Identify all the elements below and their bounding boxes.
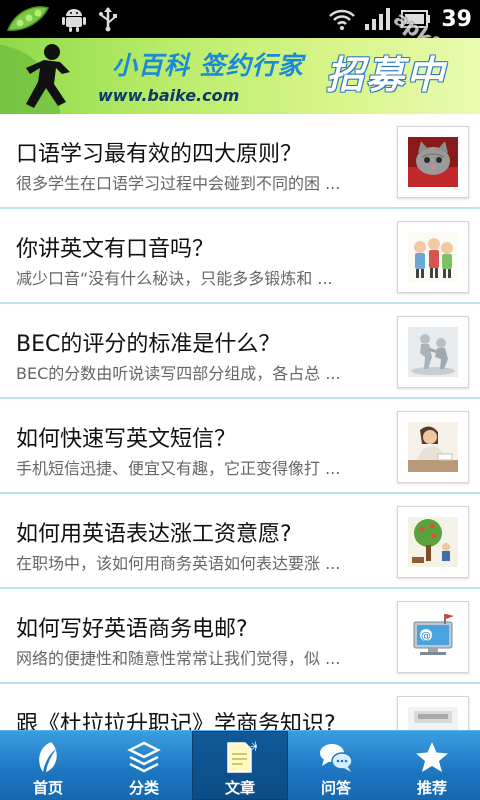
article-thumbnail <box>397 126 469 198</box>
article-summary: 减少口音“没有什么秘诀，只能多多锻炼和 ... <box>16 269 333 288</box>
layers-icon <box>125 740 163 774</box>
figures-thumb <box>408 327 458 377</box>
article-thumbnail <box>397 696 469 730</box>
article-title: 如何写好英语商务电邮? <box>16 617 248 642</box>
pea-pod-icon <box>6 4 50 34</box>
article-thumbnail <box>397 221 469 293</box>
article-summary: 网络的便捷性和随意性常常让我们觉得，似 ... <box>16 649 341 668</box>
leaf-icon <box>29 740 67 774</box>
article-summary: 在职场中，该如何用商务英语如何表达要涨 ... <box>16 554 341 573</box>
star-icon <box>413 740 451 774</box>
article-title: 你讲英文有口音吗？ <box>16 237 215 262</box>
article-title: 如何快速写英文短信？ <box>16 427 237 452</box>
status-bar-left <box>6 4 118 34</box>
status-bar-right: 39 <box>329 4 472 34</box>
email-computer-thumb: @ <box>408 612 458 662</box>
cartoon-people-thumb <box>408 232 458 282</box>
article-thumbnail <box>397 411 469 483</box>
banner-url: www.baike.com <box>98 86 240 105</box>
clock: 39 <box>441 6 472 32</box>
banner-recruit-text: 招募中 <box>326 53 447 97</box>
bottom-tab-bar: 首页 分类 ✳ 文章 问答 推荐 <box>0 730 480 800</box>
tab-label: 文章 <box>224 779 255 797</box>
tab-articles[interactable]: ✳ 文章 <box>192 731 288 800</box>
article-title: 如何用英语表达涨工资意愿? <box>16 522 292 547</box>
article-thumbnail <box>397 316 469 388</box>
tab-label: 推荐 <box>416 779 447 797</box>
list-item[interactable]: 如何快速写英文短信？ 手机短信迅捷、便宜又有趣，它正变得像打 ... <box>0 399 480 494</box>
android-icon <box>62 6 86 32</box>
runner-silhouette-icon <box>0 38 100 114</box>
list-item[interactable]: 如何写好英语商务电邮? 网络的便捷性和随意性常常让我们觉得，似 ... @ <box>0 589 480 684</box>
list-item[interactable]: 跟《杜拉拉升职记》学商务知识? <box>0 684 480 730</box>
tab-home[interactable]: 首页 <box>0 731 96 800</box>
status-bar: 39 apk8.com <box>0 0 480 90</box>
woman-desk-thumb <box>408 422 458 472</box>
tab-category[interactable]: 分类 <box>96 731 192 800</box>
article-summary: 很多学生在口语学习过程中会碰到不同的困 ... <box>16 174 341 193</box>
tab-recommend[interactable]: 推荐 <box>384 731 480 800</box>
article-list[interactable]: 口语学习最有效的四大原则？ 很多学生在口语学习过程中会碰到不同的困 ... 你讲… <box>0 114 480 730</box>
list-item[interactable]: 如何用英语表达涨工资意愿? 在职场中，该如何用商务英语如何表达要涨 ... <box>0 494 480 589</box>
usb-icon <box>98 6 118 32</box>
banner-slogan: 小百科 签约行家 <box>112 51 304 80</box>
article-summary: 手机短信迅捷、便宜又有趣，它正变得像打 ... <box>16 459 341 478</box>
ad-banner[interactable]: 小百科 签约行家 www.baike.com 招募中 <box>0 38 480 114</box>
article-title: 口语学习最有效的四大原则？ <box>16 142 303 167</box>
kitten-thumb <box>408 137 458 187</box>
article-title: BEC的评分的标准是什么？ <box>16 332 281 357</box>
article-thumbnail <box>397 506 469 578</box>
article-summary: BEC的分数由听说读写四部分组成，各占总 ... <box>16 364 341 383</box>
tab-label: 问答 <box>320 779 351 797</box>
article-title: 跟《杜拉拉升职记》学商务知识? <box>16 712 336 730</box>
list-item[interactable]: 你讲英文有口音吗？ 减少口音“没有什么秘诀，只能多多锻炼和 ... <box>0 209 480 304</box>
book-cover-thumb <box>408 707 458 730</box>
tab-label: 分类 <box>128 779 159 797</box>
chat-bubbles-icon <box>317 740 355 774</box>
signal-icon <box>365 8 391 30</box>
wifi-icon <box>329 8 356 30</box>
list-item[interactable]: BEC的评分的标准是什么？ BEC的分数由听说读写四部分组成，各占总 ... <box>0 304 480 399</box>
money-tree-thumb <box>408 517 458 567</box>
article-thumbnail: @ <box>397 601 469 673</box>
battery-icon <box>401 10 431 28</box>
tab-qa[interactable]: 问答 <box>288 731 384 800</box>
svg-text:@: @ <box>421 631 431 642</box>
list-item[interactable]: 口语学习最有效的四大原则？ 很多学生在口语学习过程中会碰到不同的困 ... <box>0 114 480 209</box>
svg-text:✳: ✳ <box>250 740 257 755</box>
article-icon: ✳ <box>221 740 259 774</box>
tab-label: 首页 <box>32 779 63 797</box>
